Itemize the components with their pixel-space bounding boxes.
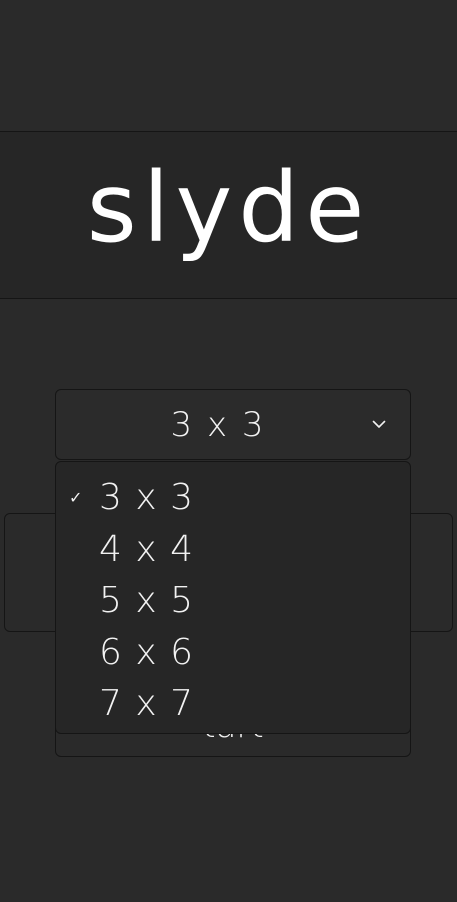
option-label: 4 x 4 — [99, 528, 194, 570]
option-label: 3 x 3 — [99, 477, 194, 518]
grid-size-select[interactable]: 3 x 3 — [55, 389, 411, 460]
grid-size-option-5x5[interactable]: 5 x 5 — [56, 575, 410, 627]
grid-size-dropdown-menu: ✓ 3 x 3 4 x 4 5 x 5 6 x 6 7 x 7 — [55, 461, 411, 734]
chevron-down-icon — [372, 420, 386, 428]
option-label: 5 x 5 — [99, 580, 194, 621]
grid-size-selected-value: 3 x 3 — [170, 405, 266, 445]
grid-size-option-6x6[interactable]: 6 x 6 — [56, 627, 410, 679]
grid-size-option-7x7[interactable]: 7 x 7 — [56, 678, 410, 730]
grid-size-option-3x3[interactable]: ✓ 3 x 3 — [56, 472, 410, 524]
option-label: 6 x 6 — [99, 631, 194, 673]
checkmark-icon: ✓ — [69, 488, 84, 507]
option-label: 7 x 7 — [99, 683, 194, 724]
game-screen: slyde tart 3 x 3 ✓ 3 x 3 4 x 4 5 x 5 6 x… — [0, 0, 457, 902]
grid-size-option-4x4[interactable]: 4 x 4 — [56, 524, 410, 576]
app-logo: slyde — [86, 152, 371, 264]
